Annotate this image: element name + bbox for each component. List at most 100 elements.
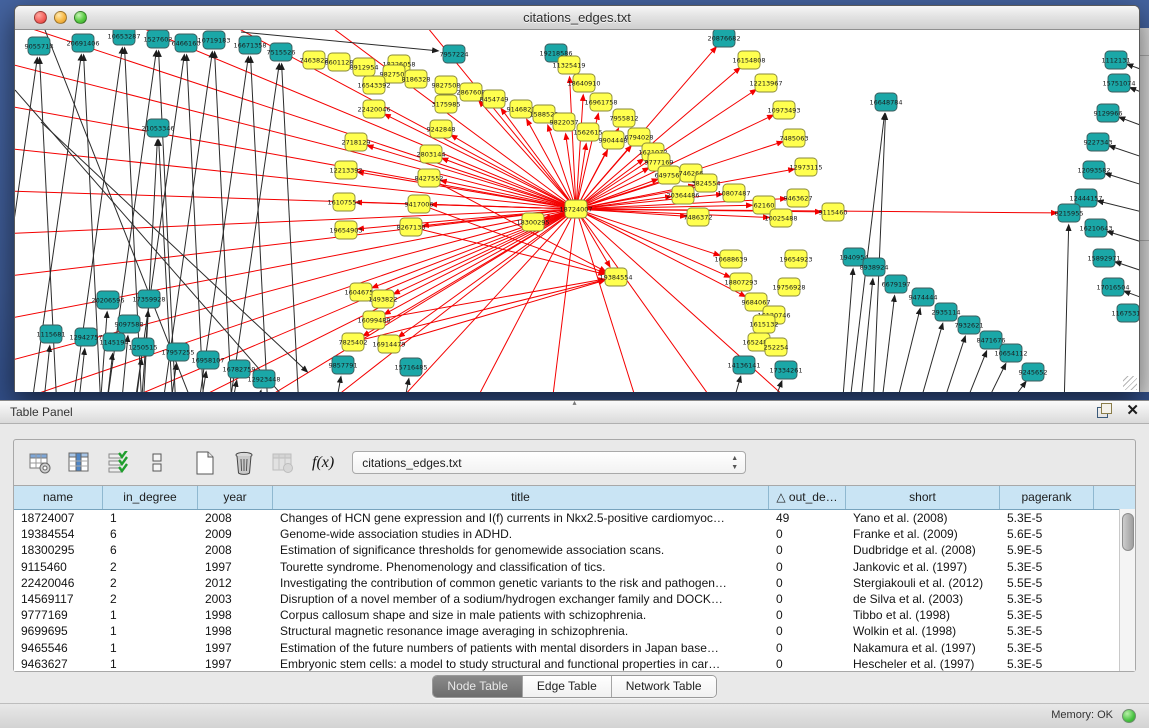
table-cell[interactable]: Tourette syndrome. Phenomenology and cla… [273, 559, 769, 575]
graph-edge[interactable] [1130, 88, 1139, 106]
graph-edge[interactable] [771, 381, 782, 392]
table-cell[interactable]: 6 [103, 542, 198, 558]
table-cell[interactable]: 0 [769, 575, 846, 591]
table-cell[interactable]: Tibbo et al. (1998) [846, 607, 1000, 623]
table-cell[interactable]: Nakamura et al. (1997) [846, 640, 1000, 656]
table-cell[interactable]: Structural magnetic resonance image aver… [273, 623, 769, 639]
graph-edge[interactable] [1105, 174, 1139, 195]
function-builder-button[interactable]: f(x) [312, 454, 334, 472]
table-cell[interactable]: 2 [103, 559, 198, 575]
tab-network-table[interactable]: Network Table [612, 676, 716, 697]
table-cell[interactable]: Embryonic stem cells: a model to study s… [273, 656, 769, 671]
table-cell[interactable]: 2003 [198, 591, 273, 607]
graph-edge[interactable] [43, 346, 50, 392]
graph-edge[interactable] [731, 377, 741, 392]
table-cell[interactable]: 5.3E-5 [1000, 510, 1094, 526]
table-source-select[interactable]: citations_edges.txt ▲▼ [352, 451, 746, 474]
graph-edge[interactable] [941, 336, 965, 392]
table-cell[interactable]: 5.3E-5 [1000, 656, 1094, 671]
table-cell[interactable]: Dudbridge et al. (2008) [846, 542, 1000, 558]
select-rows-button[interactable] [105, 450, 131, 476]
table-cell[interactable]: 5.3E-5 [1000, 640, 1094, 656]
table-cell[interactable]: 5.3E-5 [1000, 607, 1094, 623]
table-row[interactable]: 977716911998Corpus callosum shape and si… [14, 607, 1135, 623]
table-row[interactable]: 1938455462009Genome-wide association stu… [14, 526, 1135, 542]
column-header-short[interactable]: short [846, 486, 1000, 509]
graph-edge[interactable] [1109, 146, 1139, 168]
table-cell[interactable]: Stergiakouli et al. (2012) [846, 575, 1000, 591]
column-header-pagerank[interactable]: pagerank [1000, 486, 1094, 509]
table-cell[interactable]: 5.9E-5 [1000, 542, 1094, 558]
graph-edge[interactable] [1064, 225, 1069, 392]
table-cell[interactable]: 1 [103, 656, 198, 671]
table-cell[interactable]: 2008 [198, 510, 273, 526]
column-header-title[interactable]: title [273, 486, 769, 509]
close-panel-icon[interactable]: ✕ [1126, 403, 1139, 418]
table-cell[interactable]: Estimation of the future numbers of pati… [273, 640, 769, 656]
show-column-button[interactable] [66, 450, 92, 476]
table-cell[interactable]: 0 [769, 526, 846, 542]
table-cell[interactable]: Franke et al. (2009) [846, 526, 1000, 542]
table-row[interactable]: 969969511998Structural magnetic resonanc… [14, 623, 1135, 639]
graph-edge[interactable] [15, 30, 576, 209]
scrollbar-thumb[interactable] [1122, 513, 1134, 551]
table-cell[interactable]: Investigating the contribution of common… [273, 575, 769, 591]
table-cell[interactable]: 9465546 [14, 640, 103, 656]
table-cell[interactable]: Disruption of a novel member of a sodium… [273, 591, 769, 607]
table-cell[interactable]: 0 [769, 623, 846, 639]
table-cell[interactable]: 1998 [198, 607, 273, 623]
table-cell[interactable]: 1 [103, 510, 198, 526]
table-cell[interactable]: 5.3E-5 [1000, 623, 1094, 639]
graph-edge[interactable] [1119, 117, 1139, 138]
table-body[interactable]: 1872400712008Changes of HCN gene express… [14, 510, 1135, 671]
table-header-row[interactable]: namein_degreeyeartitle△ out_de…shortpage… [14, 486, 1135, 510]
table-cell[interactable]: 9463627 [14, 656, 103, 671]
graph-edge[interactable] [963, 351, 987, 392]
table-cell[interactable]: Estimation of significance thresholds fo… [273, 542, 769, 558]
table-cell[interactable]: 18300295 [14, 542, 103, 558]
table-cell[interactable]: 9699695 [14, 623, 103, 639]
graph-edge[interactable] [918, 324, 943, 392]
network-view-window[interactable]: citations_edges.txt 90557142069140610653… [14, 5, 1140, 392]
table-cell[interactable]: 2 [103, 591, 198, 607]
table-cell[interactable]: 2009 [198, 526, 273, 542]
graph-edge[interactable] [78, 349, 85, 392]
table-cell[interactable]: 49 [769, 510, 846, 526]
table-cell[interactable]: 2012 [198, 575, 273, 591]
table-cell[interactable]: Corpus callosum shape and size in male p… [273, 607, 769, 623]
table-cell[interactable]: 1997 [198, 656, 273, 671]
table-cell[interactable]: 5.3E-5 [1000, 559, 1094, 575]
graph-edge[interactable] [983, 364, 1006, 392]
table-cell[interactable]: 22420046 [14, 575, 103, 591]
graph-edge[interactable] [576, 209, 655, 392]
window-resize-grip[interactable] [1123, 376, 1137, 390]
table-cell[interactable]: 1997 [198, 640, 273, 656]
table-cell[interactable]: 0 [769, 640, 846, 656]
table-cell[interactable]: 6 [103, 526, 198, 542]
graph-edge[interactable] [389, 280, 604, 344]
vertical-scrollbar[interactable] [1119, 509, 1135, 671]
table-cell[interactable]: 2008 [198, 542, 273, 558]
table-row[interactable]: 1872400712008Changes of HCN gene express… [14, 510, 1135, 526]
table-row[interactable]: 1830029562008Estimation of significance … [14, 542, 1135, 558]
table-cell[interactable]: Changes of HCN gene expression and I(f) … [273, 510, 769, 526]
table-row[interactable]: 2242004622012Investigating the contribut… [14, 575, 1135, 591]
graph-edge[interactable] [215, 52, 232, 392]
memory-status-indicator[interactable] [1122, 709, 1136, 723]
graph-edge[interactable] [256, 391, 261, 392]
citation-network-graph[interactable]: 9055714206914061065328715276026466160107… [15, 30, 1139, 392]
graph-edge[interactable] [881, 296, 895, 392]
table-cell[interactable]: Genome-wide association studies in ADHD. [273, 526, 769, 542]
table-cell[interactable]: 1 [103, 640, 198, 656]
table-cell[interactable]: 5.5E-5 [1000, 575, 1094, 591]
graph-edge[interactable] [842, 269, 853, 392]
table-row[interactable]: 911546021997Tourette syndrome. Phenomeno… [14, 559, 1135, 575]
table-cell[interactable]: 9115460 [14, 559, 103, 575]
column-header-name[interactable]: name [14, 486, 103, 509]
tab-edge-table[interactable]: Edge Table [523, 676, 612, 697]
table-cell[interactable]: 0 [769, 607, 846, 623]
graph-edge[interactable] [1005, 382, 1026, 392]
table-settings-button[interactable] [27, 450, 53, 476]
table-row[interactable]: 946362711997Embryonic stem cells: a mode… [14, 656, 1135, 671]
graph-edge[interactable] [100, 312, 107, 392]
